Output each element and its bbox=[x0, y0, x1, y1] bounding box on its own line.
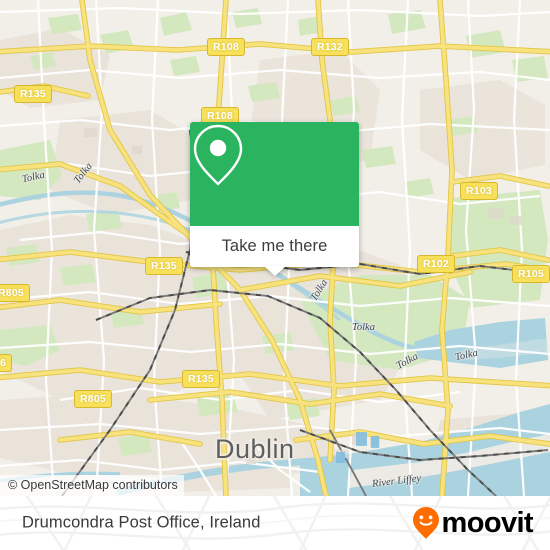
road-shield-r105: R105 bbox=[512, 265, 550, 283]
road-shield-r132: R132 bbox=[311, 38, 349, 56]
road-shield-r102: R102 bbox=[417, 255, 455, 273]
city-label-dublin: Dublin bbox=[215, 434, 295, 464]
location-callout-card[interactable]: Take me there bbox=[190, 122, 359, 276]
road-shield-r805-west: R805 bbox=[0, 284, 30, 302]
footer-bar: Drumcondra Post Office, Ireland moovit bbox=[0, 496, 550, 550]
take-me-there-label: Take me there bbox=[221, 237, 328, 255]
callout-pointer-tail bbox=[263, 266, 286, 276]
moovit-smiley-pin-icon bbox=[412, 507, 439, 539]
place-title: Drumcondra Post Office, Ireland bbox=[22, 513, 261, 532]
moovit-wordmark: moovit bbox=[441, 506, 534, 539]
road-shield-clipped-west: 6 bbox=[0, 354, 13, 372]
road-shield-r103: R103 bbox=[460, 182, 498, 200]
road-shield-r135-northwest: R135 bbox=[14, 85, 52, 103]
map-canvas[interactable]: R108 R132 R135 R108 R103 R102 R105 R135 … bbox=[0, 0, 550, 496]
road-shield-r135-south: R135 bbox=[182, 370, 220, 388]
osm-attribution[interactable]: © OpenStreetMap contributors bbox=[0, 475, 184, 496]
moovit-map-screenshot: R108 R132 R135 R108 R103 R102 R105 R135 … bbox=[0, 0, 550, 550]
road-shield-r135-central: R135 bbox=[145, 257, 183, 275]
callout-icon-area bbox=[190, 122, 359, 226]
road-shield-r805-south: R805 bbox=[74, 390, 112, 408]
map-pin-icon bbox=[193, 124, 243, 186]
moovit-brand-logo[interactable]: moovit bbox=[412, 506, 534, 540]
road-shield-r108-north: R108 bbox=[207, 38, 245, 56]
callout-action-area[interactable]: Take me there bbox=[190, 226, 359, 276]
